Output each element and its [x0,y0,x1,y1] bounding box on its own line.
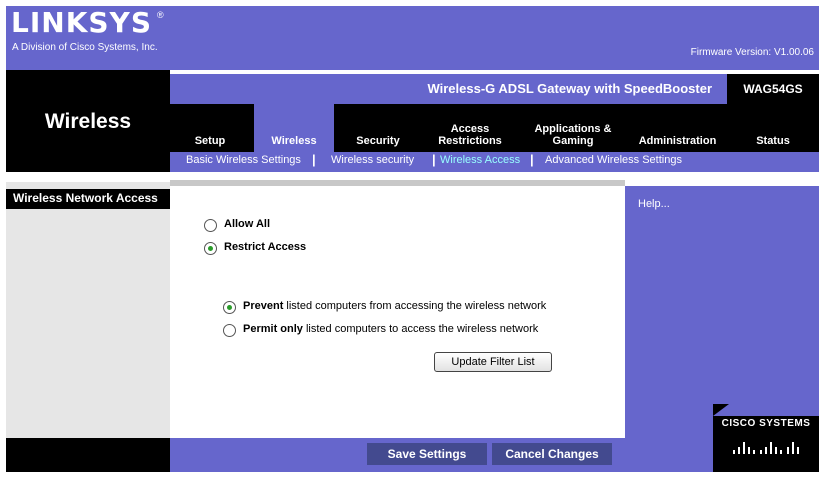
prevent-label-text: listed computers from accessing the wire… [283,300,547,312]
tab-access-restrictions[interactable]: Access Restrictions [420,104,520,152]
subtab-wireless-security[interactable]: Wireless security [331,154,414,166]
permit-label-text: listed computers to access the wireless … [302,323,539,335]
update-filter-list-button[interactable]: Update Filter List [434,352,552,372]
tab-applications-gaming[interactable]: Applications & Gaming [523,104,623,152]
help-link[interactable]: Help... [638,198,670,210]
product-name: Wireless-G ADSL Gateway with SpeedBooste… [427,81,712,96]
left-panel [6,182,170,438]
cisco-logo-text: CISCO SYSTEMS [721,418,811,429]
tab-wireless[interactable]: Wireless [254,104,334,152]
tab-setup[interactable]: Setup [170,104,250,152]
permit-only-radio[interactable] [223,324,236,337]
subtab-separator: | [312,152,316,167]
tab-administration[interactable]: Administration [625,104,730,152]
footer-left [6,438,170,472]
restrict-access-radio[interactable] [204,242,217,255]
left-panel-title: Wireless Network Access [13,191,158,205]
subtab-separator: | [432,152,436,167]
prevent-label: Prevent listed computers from accessing … [243,300,546,312]
cisco-logo-panel [713,404,819,472]
section-title: Wireless [44,110,132,133]
prevent-label-bold: Prevent [243,300,284,312]
subtab-basic-wireless-settings[interactable]: Basic Wireless Settings [186,154,301,166]
subtab-wireless-access[interactable]: Wireless Access [440,154,520,166]
permit-label-bold: Permit only [243,323,303,335]
registered-mark: ® [157,10,164,20]
subtab-separator: | [530,152,534,167]
cancel-changes-button[interactable]: Cancel Changes [492,443,612,465]
firmware-version: Firmware Version: V1.00.06 [690,47,814,58]
permit-only-label: Permit only listed computers to access t… [243,323,538,335]
prevent-radio[interactable] [223,301,236,314]
allow-all-radio[interactable] [204,219,217,232]
linksys-logo: LINKSYS [11,6,152,39]
tab-security[interactable]: Security [338,104,418,152]
subtab-advanced-wireless-settings[interactable]: Advanced Wireless Settings [545,154,682,166]
save-settings-button[interactable]: Save Settings [367,443,487,465]
tab-status[interactable]: Status [733,104,813,152]
help-panel [625,186,819,438]
allow-all-label: Allow All [224,218,271,230]
restrict-access-label: Restrict Access [224,241,307,253]
logo-subtitle: A Division of Cisco Systems, Inc. [12,42,158,53]
cisco-bridge-icon [713,404,819,454]
model-number: WAG54GS [727,74,819,104]
